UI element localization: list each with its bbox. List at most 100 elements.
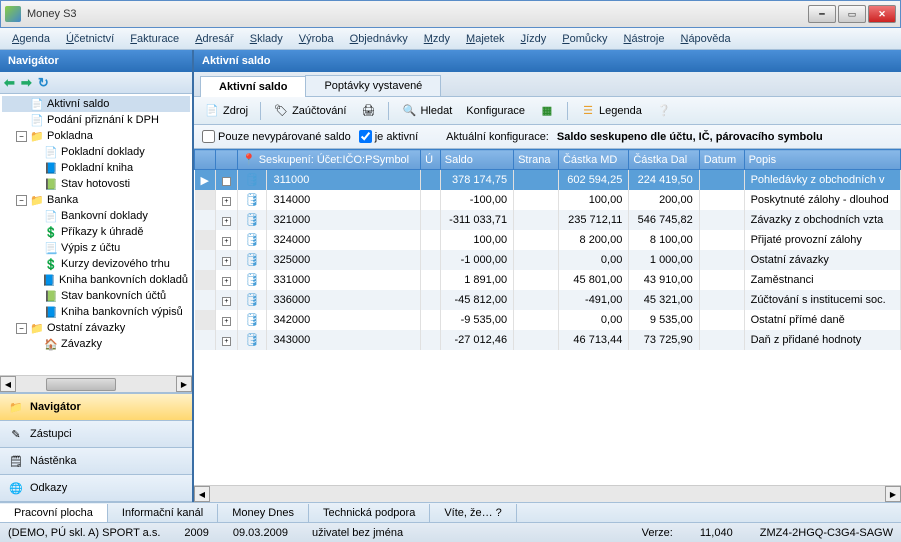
tree-item[interactable]: 📗Stav bankovních účtů xyxy=(2,288,190,304)
back-icon[interactable]: ⬅ xyxy=(4,75,15,91)
table-row[interactable]: +🛢321000-311 033,71235 712,11546 745,82Z… xyxy=(195,210,901,230)
help-button[interactable]: ❔ xyxy=(652,101,676,121)
scroll-right-icon[interactable]: ▶ xyxy=(176,376,192,392)
table-row[interactable]: +🛢336000-45 812,00-491,0045 321,00Zúčtov… xyxy=(195,290,901,310)
menu-majetek[interactable]: Majetek xyxy=(458,31,513,47)
col-header[interactable]: Datum xyxy=(699,150,744,170)
tree-item[interactable]: 📘Kniha bankovních výpisů xyxy=(2,304,190,320)
nav-navigátor[interactable]: 📁Navigátor xyxy=(0,394,192,421)
forward-icon[interactable]: ➡ xyxy=(21,75,32,91)
expand-cell[interactable]: + xyxy=(215,250,237,270)
row-header[interactable]: ▶ xyxy=(195,170,216,191)
row-header[interactable] xyxy=(195,250,216,270)
col-header[interactable]: Částka MD xyxy=(558,150,628,170)
expand-icon[interactable]: − xyxy=(16,195,27,206)
menu-výroba[interactable]: Výroba xyxy=(291,31,342,47)
col-header[interactable]: Částka Dal xyxy=(629,150,699,170)
expand-cell[interactable]: + xyxy=(215,210,237,230)
expand-cell[interactable]: + xyxy=(215,290,237,310)
legenda-button[interactable]: ☰Legenda xyxy=(576,101,646,121)
tree-item[interactable]: 📘Kniha bankovních dokladů xyxy=(2,272,190,288)
tree-item[interactable]: 🏠Závazky xyxy=(2,336,190,352)
menu-sklady[interactable]: Sklady xyxy=(242,31,291,47)
tree-item[interactable]: −📁Ostatní závazky xyxy=(2,320,190,336)
table-row[interactable]: +🛢3310001 891,0045 801,0043 910,00Zaměst… xyxy=(195,270,901,290)
scroll-right-icon[interactable]: ▶ xyxy=(885,486,901,502)
table-row[interactable]: +🛢325000-1 000,000,001 000,00Ostatní záv… xyxy=(195,250,901,270)
checkbox-unpaired[interactable]: Pouze nevypárované saldo xyxy=(202,130,351,143)
menu-nápověda[interactable]: Nápověda xyxy=(672,31,738,47)
row-header[interactable] xyxy=(195,310,216,330)
row-header[interactable] xyxy=(195,190,216,210)
expand-cell[interactable]: + xyxy=(215,230,237,250)
sidebar-hscrollbar[interactable]: ◀ ▶ xyxy=(0,375,192,392)
nav-odkazy[interactable]: 🌐Odkazy xyxy=(0,475,192,502)
expand-cell[interactable]: + xyxy=(215,330,237,350)
expand-cell[interactable]: + xyxy=(215,170,237,191)
table-row[interactable]: +🛢342000-9 535,000,009 535,00Ostatní pří… xyxy=(195,310,901,330)
minimize-button[interactable]: ━ xyxy=(808,5,836,23)
tree-item[interactable]: 💲Příkazy k úhradě xyxy=(2,224,190,240)
expand-cell[interactable]: + xyxy=(215,310,237,330)
bottom-tab[interactable]: Technická podpora xyxy=(309,504,430,522)
row-header[interactable] xyxy=(195,230,216,250)
data-grid[interactable]: 📍 Seskupení: Účet:IČO:PSymbolÚSaldoStran… xyxy=(194,149,901,350)
refresh-icon[interactable]: ↻ xyxy=(38,75,49,91)
zauctovani-button[interactable]: 🏷Zaúčtování xyxy=(269,101,350,121)
row-header[interactable] xyxy=(195,270,216,290)
tree-item[interactable]: 📄Aktivní saldo xyxy=(2,96,190,112)
expand-cell[interactable]: + xyxy=(215,190,237,210)
menu-nástroje[interactable]: Nástroje xyxy=(616,31,673,47)
row-header[interactable] xyxy=(195,210,216,230)
konfigurace-button[interactable]: Konfigurace xyxy=(462,103,529,119)
checkbox-active[interactable]: je aktivní xyxy=(359,130,418,143)
checkbox-unpaired-input[interactable] xyxy=(202,130,215,143)
menu-adresář[interactable]: Adresář xyxy=(187,31,242,47)
tab[interactable]: Poptávky vystavené xyxy=(305,75,441,96)
row-header[interactable] xyxy=(195,330,216,350)
bottom-tab[interactable]: Víte, že… ? xyxy=(430,504,516,522)
bottom-tab[interactable]: Informační kanál xyxy=(108,504,218,522)
group-header[interactable]: 📍 Seskupení: Účet:IČO:PSymbol xyxy=(237,150,420,170)
scroll-thumb[interactable] xyxy=(46,378,116,391)
col-header[interactable]: Strana xyxy=(514,150,559,170)
table-row[interactable]: ▶+🛢311000378 174,75602 594,25224 419,50P… xyxy=(195,170,901,191)
menu-účetnictví[interactable]: Účetnictví xyxy=(58,31,122,47)
tab[interactable]: Aktivní saldo xyxy=(200,76,306,97)
expand-icon[interactable]: − xyxy=(16,323,27,334)
table-row[interactable]: +🛢343000-27 012,4646 713,4473 725,90Daň … xyxy=(195,330,901,350)
menu-fakturace[interactable]: Fakturace xyxy=(122,31,187,47)
close-button[interactable]: ✕ xyxy=(868,5,896,23)
tree-item[interactable]: 💲Kurzy devizového trhu xyxy=(2,256,190,272)
maximize-button[interactable]: ▭ xyxy=(838,5,866,23)
print-button[interactable]: 🖨 xyxy=(356,101,380,121)
tree-item[interactable]: 📗Stav hotovosti xyxy=(2,176,190,192)
tree-item[interactable]: 📄Bankovní doklady xyxy=(2,208,190,224)
tree-item[interactable]: −📁Banka xyxy=(2,192,190,208)
menu-pomůcky[interactable]: Pomůcky xyxy=(554,31,615,47)
grid-wrap[interactable]: 📍 Seskupení: Účet:IČO:PSymbolÚSaldoStran… xyxy=(194,149,901,485)
menu-objednávky[interactable]: Objednávky xyxy=(342,31,416,47)
menu-mzdy[interactable]: Mzdy xyxy=(416,31,458,47)
col-header[interactable]: Ú xyxy=(421,150,441,170)
row-header[interactable] xyxy=(195,290,216,310)
expand-icon[interactable]: − xyxy=(16,131,27,142)
scroll-left-icon[interactable]: ◀ xyxy=(194,486,210,502)
bottom-tab[interactable]: Money Dnes xyxy=(218,504,309,522)
expand-cell[interactable]: + xyxy=(215,270,237,290)
tree-item[interactable]: −📁Pokladna xyxy=(2,128,190,144)
tree-item[interactable]: 📄Pokladní doklady xyxy=(2,144,190,160)
excel-button[interactable]: ▦ xyxy=(535,101,559,121)
hledat-button[interactable]: 🔍Hledat xyxy=(397,101,456,121)
tree-item[interactable]: 📃Výpis z účtu xyxy=(2,240,190,256)
checkbox-active-input[interactable] xyxy=(359,130,372,143)
bottom-tab[interactable]: Pracovní plocha xyxy=(0,504,108,522)
nav-nástěnka[interactable]: 🗒Nástěnka xyxy=(0,448,192,475)
scroll-left-icon[interactable]: ◀ xyxy=(0,376,16,392)
nav-zástupci[interactable]: ✎Zástupci xyxy=(0,421,192,448)
table-row[interactable]: +🛢314000-100,00100,00200,00Poskytnuté zá… xyxy=(195,190,901,210)
tree-item[interactable]: 📄Podání přiznání k DPH xyxy=(2,112,190,128)
navigator-tree[interactable]: 📄Aktivní saldo📄Podání přiznání k DPH−📁Po… xyxy=(0,94,192,375)
col-header[interactable]: Popis xyxy=(744,150,900,170)
tree-item[interactable]: 📘Pokladní kniha xyxy=(2,160,190,176)
